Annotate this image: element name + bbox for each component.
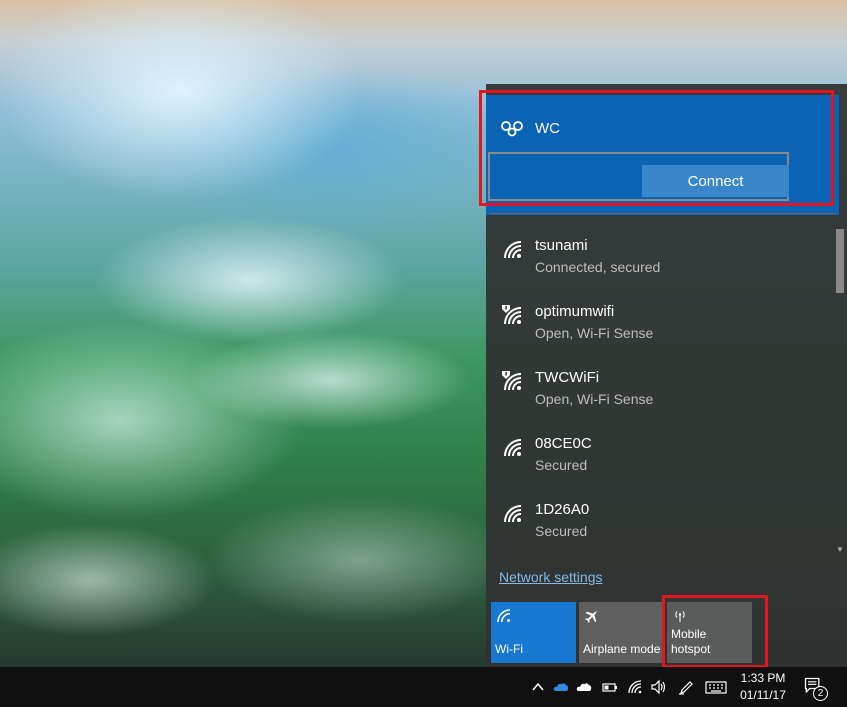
- network-name: 1D26A0: [535, 501, 589, 518]
- scroll-down-arrow-icon[interactable]: ▼: [835, 545, 845, 555]
- wifi-icon: [501, 502, 525, 526]
- wifi-open-warning-icon: [501, 304, 525, 328]
- network-item[interactable]: optimumwifi Open, Wi-Fi Sense: [486, 296, 832, 352]
- network-status: Secured: [535, 523, 587, 539]
- network-flyout: WC Connect tsunami Connected, secured: [486, 84, 847, 667]
- airplane-mode-tile[interactable]: Airplane mode: [579, 602, 664, 663]
- chevron-up-icon[interactable]: [530, 679, 546, 695]
- taskbar: 1:33 PM 01/11/17 2: [0, 667, 847, 707]
- onedrive-icon[interactable]: [553, 679, 569, 695]
- touch-keyboard-icon[interactable]: [705, 679, 727, 695]
- network-status: Secured: [535, 457, 587, 473]
- network-item[interactable]: TWCWiFi Open, Wi-Fi Sense: [486, 362, 832, 418]
- network-item[interactable]: 1D26A0 Secured: [486, 494, 832, 550]
- network-status: Connected, secured: [535, 259, 660, 275]
- network-name: optimumwifi: [535, 303, 614, 320]
- onedrive-personal-icon[interactable]: [576, 679, 592, 695]
- wifi-toggle-tile[interactable]: Wi-Fi: [491, 602, 576, 663]
- network-status: Open, Wi-Fi Sense: [535, 391, 653, 407]
- scrollbar-thumb[interactable]: [836, 229, 844, 293]
- wifi-icon: [501, 238, 525, 262]
- tile-label: Airplane mode: [583, 642, 660, 657]
- divider: [490, 213, 836, 214]
- network-item[interactable]: 08CE0C Secured: [486, 428, 832, 484]
- volume-icon[interactable]: [650, 679, 666, 695]
- tile-label: Wi-Fi: [495, 642, 523, 657]
- annotation-highlight-network: [479, 90, 834, 206]
- battery-icon[interactable]: [602, 679, 618, 695]
- pen-workspace-icon[interactable]: [678, 679, 694, 695]
- clock-date: 01/11/17: [736, 687, 790, 704]
- clock-time: 1:33 PM: [736, 670, 790, 687]
- network-name: TWCWiFi: [535, 369, 599, 386]
- network-status: Open, Wi-Fi Sense: [535, 325, 653, 341]
- wifi-icon[interactable]: [627, 679, 643, 695]
- network-name: tsunami: [535, 237, 588, 254]
- network-settings-link[interactable]: Network settings: [499, 569, 602, 585]
- network-item[interactable]: tsunami Connected, secured: [486, 230, 832, 286]
- network-list-scrollbar[interactable]: ▼: [835, 225, 845, 555]
- wifi-icon: [495, 607, 513, 625]
- wifi-open-warning-icon: [501, 370, 525, 394]
- system-clock[interactable]: 1:33 PM 01/11/17: [736, 670, 790, 704]
- network-name: 08CE0C: [535, 435, 592, 452]
- airplane-icon: [583, 607, 601, 625]
- wifi-icon: [501, 436, 525, 460]
- annotation-highlight-hotspot: [662, 595, 768, 668]
- action-center-button[interactable]: 2: [803, 676, 827, 700]
- notification-count-badge: 2: [813, 686, 828, 701]
